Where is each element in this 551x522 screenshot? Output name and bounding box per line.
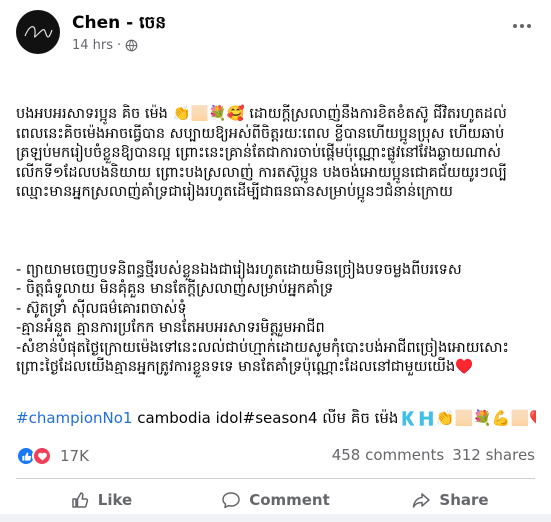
post-header: Chen - ចេន 14 hrs · bbox=[16, 10, 536, 60]
comment-icon bbox=[222, 492, 240, 509]
post-paragraph-2: - ព្យាយាមចេញបទនិពន្ធថ្មីរបស់ខ្លួនឯងជារៀង… bbox=[16, 261, 509, 376]
share-button[interactable]: Share bbox=[365, 482, 535, 518]
like-icon bbox=[72, 492, 88, 508]
like-label: Like bbox=[97, 491, 133, 509]
more-options-icon[interactable] bbox=[508, 16, 536, 36]
post-time[interactable]: 14 hrs bbox=[72, 38, 113, 53]
engagement-counts: 458 comments 312 shares bbox=[332, 446, 535, 464]
post-tags-line: #championNo1 cambodia idol#season4 លីម គ… bbox=[16, 409, 536, 431]
action-bar: Like Comment Share bbox=[16, 482, 535, 522]
avatar[interactable] bbox=[16, 10, 60, 54]
like-button[interactable]: Like bbox=[16, 482, 186, 518]
reactions-summary[interactable]: 17K bbox=[16, 446, 89, 466]
actions-divider bbox=[16, 478, 535, 479]
comments-count[interactable]: 458 comments bbox=[332, 446, 444, 464]
meta-separator: · bbox=[117, 38, 122, 53]
post-paragraph-1: បងអបអរសាទរប្អូន គិច ម៉េង 👏🏻💐🥰 ដោយក្ដីស្រ… bbox=[16, 106, 507, 200]
comment-button[interactable]: Comment bbox=[191, 482, 361, 518]
author-name[interactable]: Chen - ចេន bbox=[72, 12, 166, 37]
shares-count[interactable]: 312 shares bbox=[452, 446, 535, 464]
post-card: Chen - ចេន 14 hrs · បងអបអរសាទរប្អូន គិច … bbox=[0, 0, 551, 514]
tags-rest: cambodia idol#season4 លីម គិច ម៉េង🇰🇭👏🏻💐💪… bbox=[132, 409, 536, 427]
reaction-count: 17K bbox=[60, 447, 89, 465]
share-label: Share bbox=[439, 491, 489, 509]
post-text: បងអបអរសាទរប្អូន គិច ម៉េង 👏🏻💐🥰 ដោយក្ដីស្រ… bbox=[16, 66, 531, 436]
signature-logo-icon bbox=[24, 26, 53, 38]
hashtag-link[interactable]: #championNo1 bbox=[16, 409, 132, 427]
post-meta: 14 hrs · bbox=[72, 38, 138, 53]
comment-label: Comment bbox=[249, 491, 330, 509]
post-stats: 17K 458 comments 312 shares bbox=[16, 446, 535, 470]
love-reaction-icon bbox=[32, 446, 52, 466]
share-icon bbox=[413, 493, 431, 508]
globe-icon bbox=[125, 39, 138, 52]
